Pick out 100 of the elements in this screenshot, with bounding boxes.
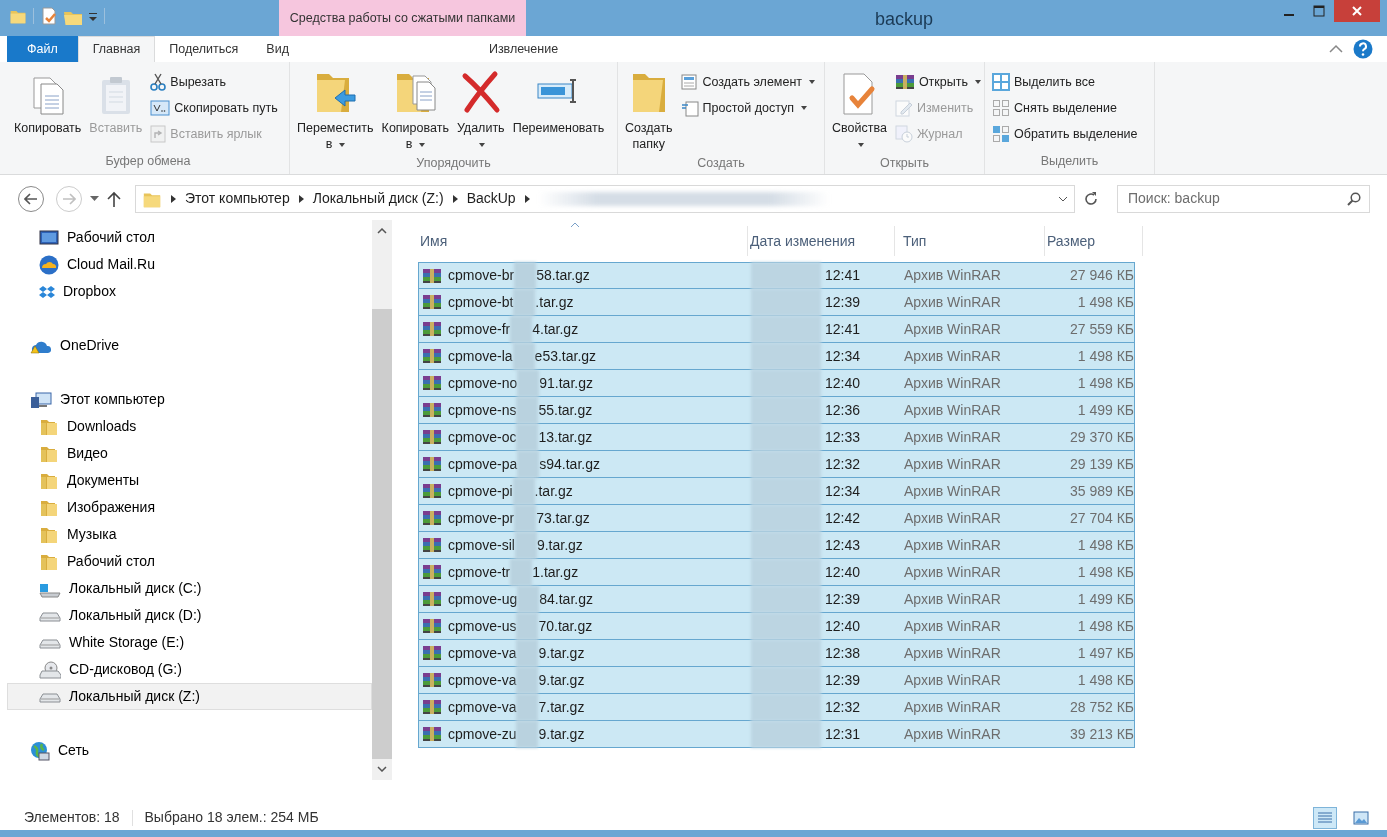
- nav-item[interactable]: Сеть: [7, 737, 372, 764]
- ribbon-tab[interactable]: Извлечение: [400, 36, 647, 62]
- ribbon-button[interactable]: Вырезать: [147, 70, 281, 94]
- ribbon-button[interactable]: Выделить все: [989, 70, 1141, 94]
- nav-item[interactable]: Cloud Mail.Ru: [7, 251, 372, 278]
- forward-arrow-icon: [62, 192, 76, 205]
- selection-info: Выбрано 18 элем.: 254 МБ: [144, 808, 319, 827]
- nav-item[interactable]: Downloads: [7, 413, 372, 440]
- ribbon-tab[interactable]: Файл: [7, 36, 78, 62]
- redaction-blur: [751, 369, 821, 397]
- back-arrow-icon: [24, 192, 38, 205]
- ribbon-button[interactable]: Снять выделение: [989, 96, 1141, 120]
- nav-item[interactable]: Рабочий стол: [7, 548, 372, 575]
- ribbon-button[interactable]: Копировать в: [378, 66, 452, 154]
- file-row[interactable]: cpmove-pi .tar.gz 12:34 Архив WinRAR 35 989 КБ: [418, 478, 1135, 505]
- redaction-blur: [513, 288, 536, 316]
- ribbon-button[interactable]: Скопировать путь: [147, 96, 281, 120]
- breadcrumb-chevron-icon[interactable]: [524, 194, 530, 203]
- nav-item[interactable]: Изображения: [7, 494, 372, 521]
- file-type: Архив WinRAR: [903, 508, 1002, 528]
- redaction-blur: [512, 342, 535, 370]
- nav-item[interactable]: Dropbox: [7, 278, 372, 305]
- file-row[interactable]: cpmove-pa s94.tar.gz 12:32 Архив WinRAR 29 139 КБ: [418, 451, 1135, 478]
- file-row[interactable]: cpmove-us 70.tar.gz 12:40 Архив WinRAR 1 498 КБ: [418, 613, 1135, 640]
- ribbon-tab[interactable]: Вид: [252, 36, 303, 62]
- file-name: cpmove-va: [448, 670, 517, 690]
- nav-item[interactable]: Локальный диск (Z:): [7, 683, 372, 710]
- scrollbar-thumb[interactable]: [372, 309, 392, 759]
- nav-item[interactable]: Этот компьютер: [7, 386, 372, 413]
- column-header[interactable]: Имя: [418, 226, 748, 256]
- close-button[interactable]: [1334, 0, 1380, 22]
- up-arrow-icon[interactable]: [107, 190, 121, 207]
- file-row[interactable]: cpmove-br 58.tar.gz 12:41 Архив WinRAR 27 946 КБ: [418, 262, 1135, 289]
- shortcut-icon: [150, 125, 167, 143]
- file-row[interactable]: cpmove-pr 73.tar.gz 12:42 Архив WinRAR 27 704 КБ: [418, 505, 1135, 532]
- nav-item[interactable]: Локальный диск (D:): [7, 602, 372, 629]
- help-icon[interactable]: [1353, 39, 1373, 59]
- file-row[interactable]: cpmove-va 9.tar.gz 12:38 Архив WinRAR 1 497 КБ: [418, 640, 1135, 667]
- column-header[interactable]: Дата изменения: [748, 226, 895, 256]
- file-row[interactable]: cpmove-oc 13.tar.gz 12:33 Архив WinRAR 29 370 КБ: [418, 424, 1135, 451]
- address-bar[interactable]: Этот компьютер Локальный диск (Z:) BackUp: [135, 184, 1075, 213]
- file-row[interactable]: cpmove-sil 9.tar.gz 12:43 Архив WinRAR 1 498 КБ: [418, 532, 1135, 559]
- ribbon-button[interactable]: Переименовать: [509, 66, 608, 154]
- ribbon-button[interactable]: Открыть: [891, 70, 984, 94]
- ribbon-button[interactable]: Создать папку: [622, 66, 676, 154]
- redaction-blur: [510, 315, 533, 343]
- nav-item[interactable]: Документы: [7, 467, 372, 494]
- file-row[interactable]: cpmove-la e53.tar.gz 12:34 Архив WinRAR 1 498 КБ: [418, 343, 1135, 370]
- archive-icon: [422, 618, 442, 634]
- breadcrumb-chevron-icon[interactable]: [298, 194, 304, 203]
- dropdown-icon[interactable]: [88, 11, 98, 21]
- nav-item[interactable]: Музыка: [7, 521, 372, 548]
- ribbon-button[interactable]: Переместить в: [294, 66, 377, 154]
- file-row[interactable]: cpmove-fr 4.tar.gz 12:41 Архив WinRAR 27 559 КБ: [418, 316, 1135, 343]
- ribbon-tab[interactable]: Поделиться: [155, 36, 253, 62]
- properties-icon: [40, 7, 58, 25]
- breadcrumb-item[interactable]: BackUp: [466, 188, 516, 209]
- file-size: 1 498 КБ: [1076, 670, 1134, 690]
- ribbon-button[interactable]: Удалить: [453, 66, 508, 154]
- column-header[interactable]: Размер: [1045, 226, 1143, 256]
- select-none-icon: [992, 99, 1010, 117]
- file-row[interactable]: cpmove-ns 55.tar.gz 12:36 Архив WinRAR 1 499 КБ: [418, 397, 1135, 424]
- breadcrumb-chevron-icon[interactable]: [171, 194, 176, 203]
- file-size: 35 989 КБ: [1068, 481, 1134, 501]
- ribbon-button[interactable]: Простой доступ: [677, 96, 818, 120]
- nav-item[interactable]: CD-дисковод (G:): [7, 656, 372, 683]
- nav-item[interactable]: Рабочий стол: [7, 224, 372, 251]
- file-name: cpmove-sil: [448, 535, 515, 555]
- ribbon-button[interactable]: Создать элемент: [677, 70, 818, 94]
- column-header[interactable]: Тип: [895, 226, 1045, 256]
- breadcrumb-item[interactable]: Этот компьютер: [185, 188, 290, 209]
- ribbon-tab[interactable]: Главная: [77, 36, 156, 62]
- breadcrumb-item[interactable]: Локальный диск (Z:): [312, 188, 444, 209]
- breadcrumb-chevron-icon[interactable]: [452, 194, 458, 203]
- file-row[interactable]: cpmove-bt .tar.gz 12:39 Архив WinRAR 1 498 КБ: [418, 289, 1135, 316]
- collapse-ribbon-icon[interactable]: [1329, 44, 1343, 54]
- group-label: Создать: [696, 155, 746, 172]
- file-row[interactable]: cpmove-tr 1.tar.gz 12:40 Архив WinRAR 1 498 КБ: [418, 559, 1135, 586]
- refresh-icon[interactable]: [1083, 190, 1099, 207]
- back-button[interactable]: [18, 185, 44, 212]
- nav-item[interactable]: Локальный диск (C:): [7, 575, 372, 602]
- nav-item[interactable]: White Storage (E:): [7, 629, 372, 656]
- ribbon-button[interactable]: Обратить выделение: [989, 122, 1141, 146]
- search-box[interactable]: Поиск: backup: [1117, 184, 1370, 213]
- recent-dropdown-icon[interactable]: [90, 195, 99, 202]
- file-row[interactable]: cpmove-va 9.tar.gz 12:39 Архив WinRAR 1 498 КБ: [418, 667, 1135, 694]
- file-row[interactable]: cpmove-zu 9.tar.gz 12:31 Архив WinRAR 39 213 КБ: [418, 721, 1135, 748]
- nav-item[interactable]: OneDrive: [7, 332, 372, 359]
- archive-icon: [894, 74, 915, 90]
- ribbon-button[interactable]: Копировать: [11, 66, 85, 152]
- nav-item[interactable]: Видео: [7, 440, 372, 467]
- file-name: cpmove-br: [448, 266, 515, 285]
- modified-time: 12:40: [825, 373, 861, 393]
- archive-icon: [422, 375, 442, 391]
- ribbon-button[interactable]: Свойства: [829, 66, 890, 154]
- archive-icon: [422, 321, 442, 337]
- archive-icon: [422, 726, 442, 742]
- file-row[interactable]: cpmove-no 91.tar.gz 12:40 Архив WinRAR 1 498 КБ: [418, 370, 1135, 397]
- file-row[interactable]: cpmove-ug 84.tar.gz 12:39 Архив WinRAR 1 499 КБ: [418, 586, 1135, 613]
- file-row[interactable]: cpmove-va 7.tar.gz 12:32 Архив WinRAR 28 752 КБ: [418, 694, 1135, 721]
